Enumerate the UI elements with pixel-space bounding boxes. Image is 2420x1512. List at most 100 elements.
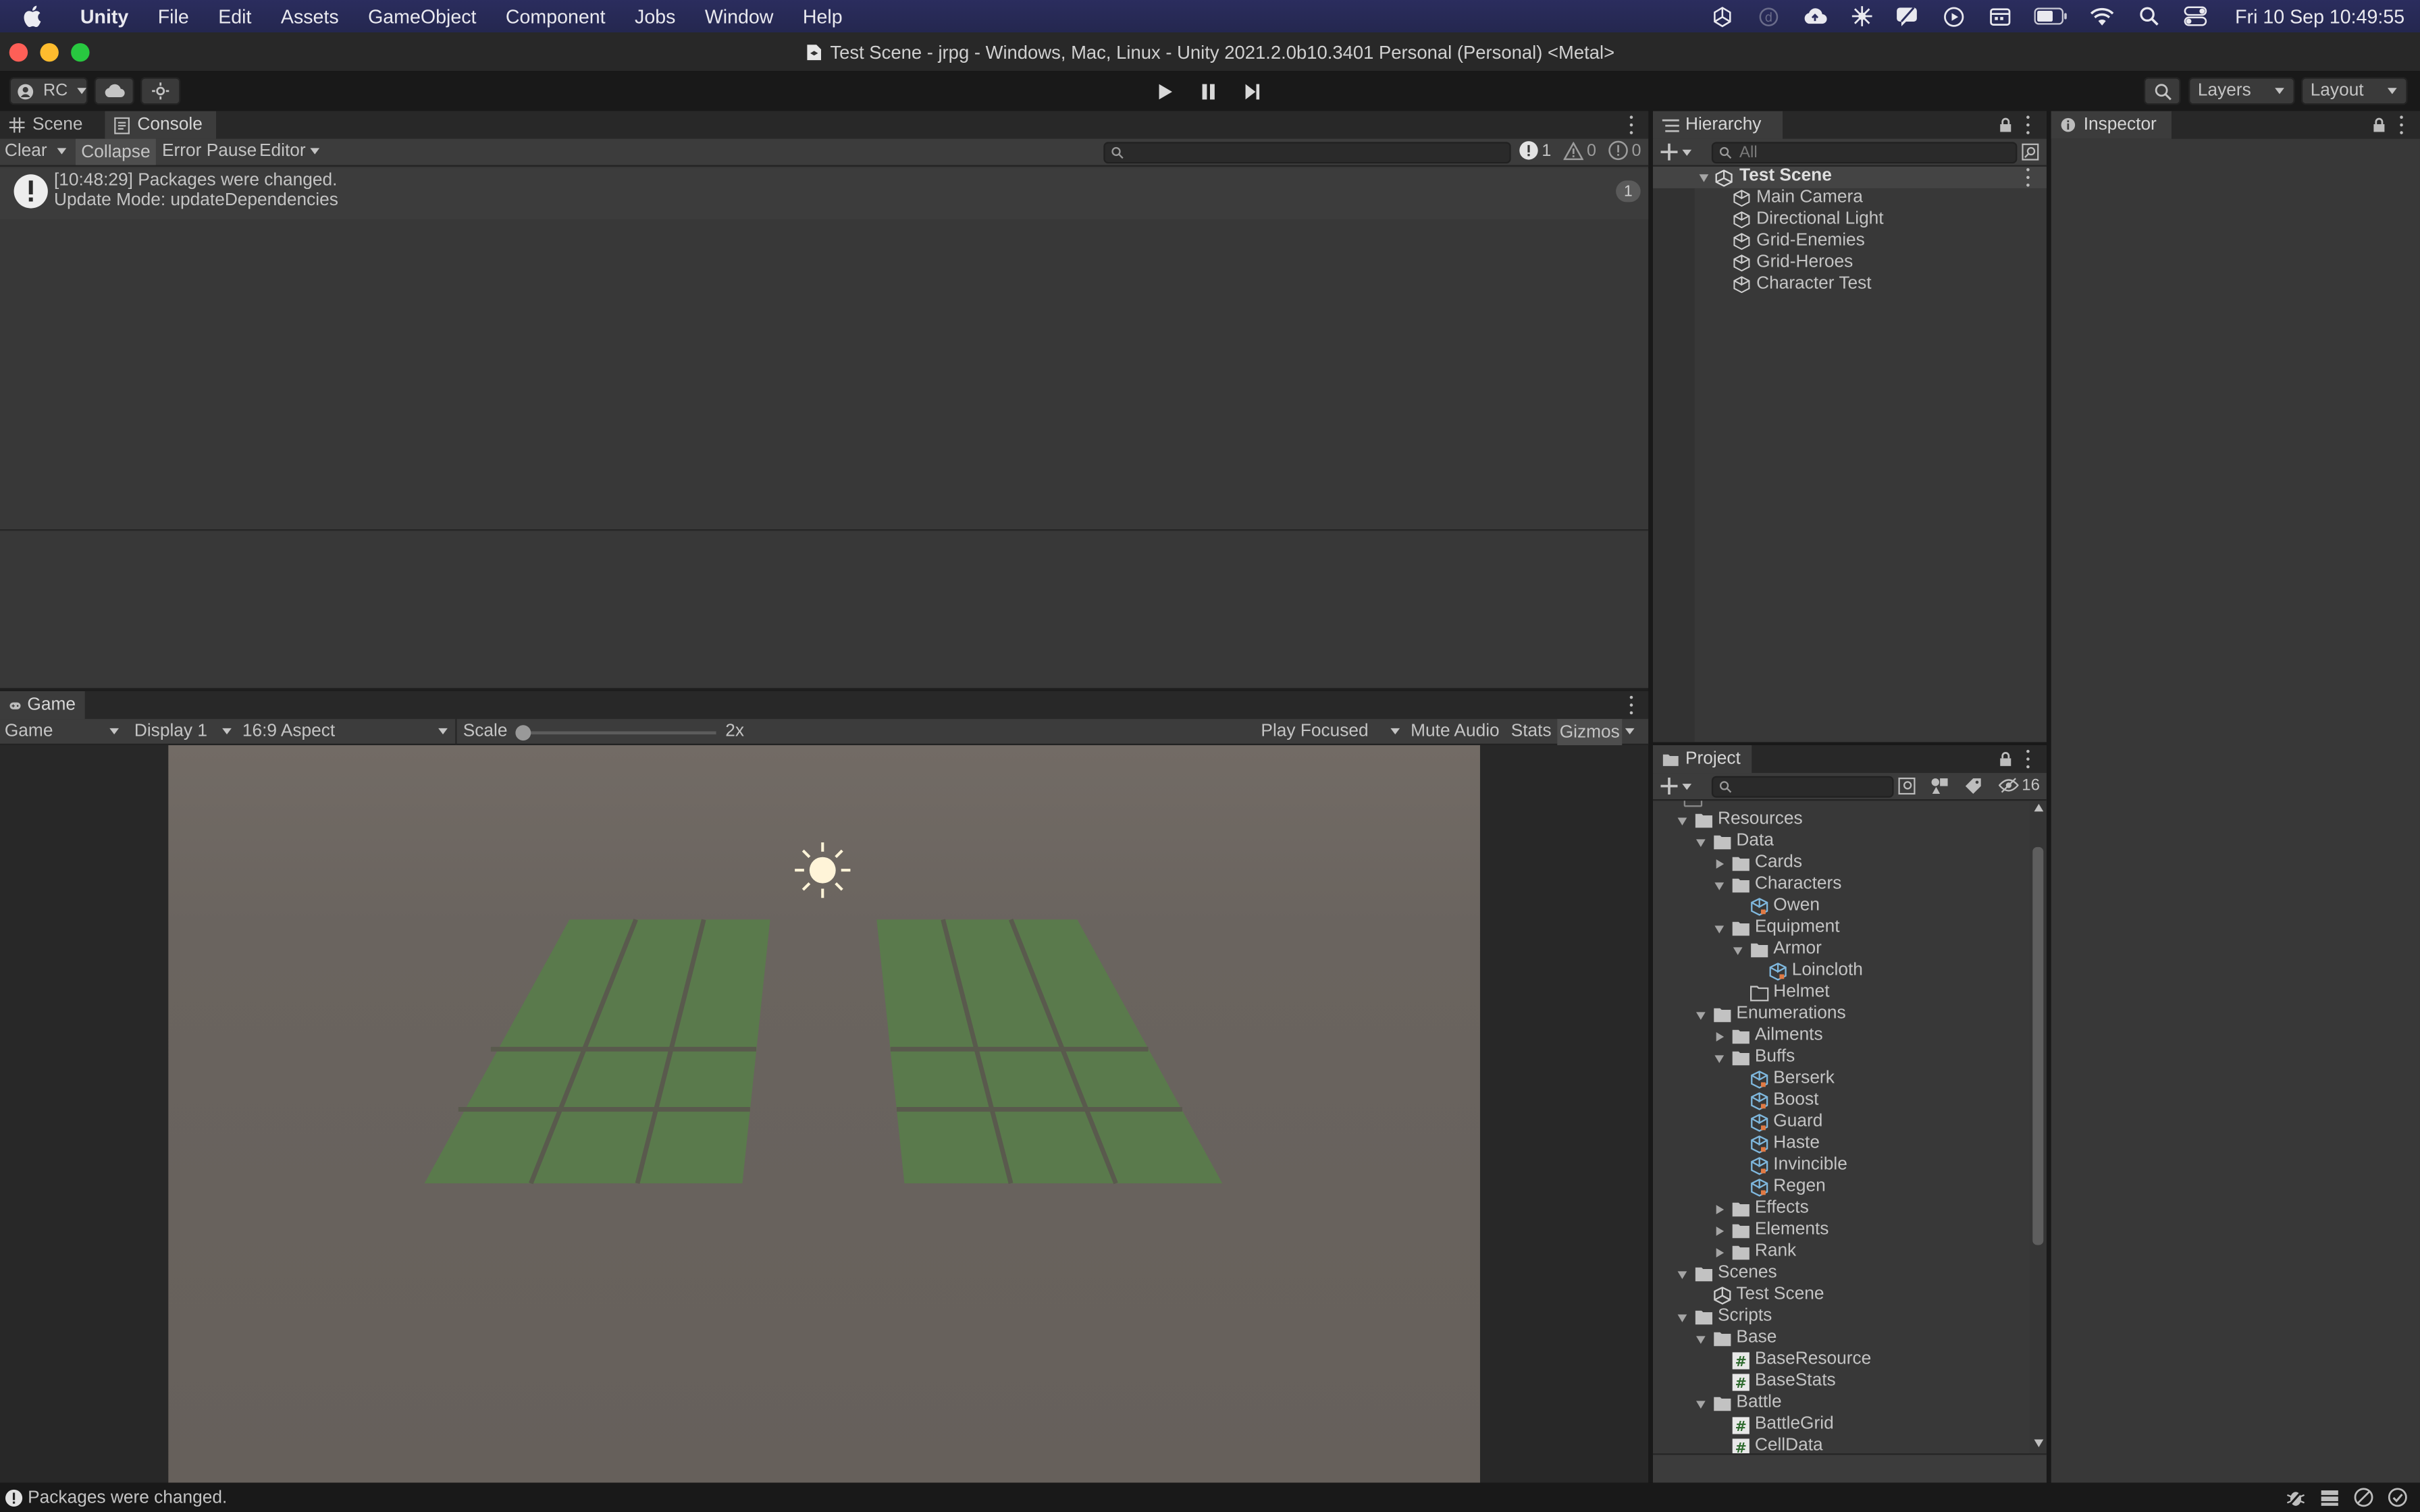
expand-arrow-icon[interactable] — [1677, 1271, 1687, 1279]
console-log-entry[interactable]: [10:48:29] Packages were changed. Update… — [0, 168, 1649, 219]
status-message[interactable]: Packages were changed. — [28, 1488, 227, 1507]
tab-console[interactable]: Console — [105, 111, 216, 139]
collapsed-arrow-icon[interactable] — [1716, 1032, 1725, 1042]
disabled-status-icon[interactable]: d — [1757, 5, 1782, 27]
project-folder-item[interactable]: Scripts — [1653, 1307, 2030, 1328]
tab-hierarchy[interactable]: Hierarchy — [1652, 111, 1783, 139]
search-by-type-icon[interactable] — [1898, 777, 1916, 795]
expand-arrow-icon[interactable] — [1695, 1336, 1706, 1344]
project-asset-item[interactable]: Owen — [1653, 896, 2030, 918]
collapsed-arrow-icon[interactable] — [1716, 1248, 1725, 1258]
hidden-packages-toggle[interactable]: 16 — [1998, 776, 2040, 794]
project-scrollbar-thumb[interactable] — [2032, 846, 2044, 1245]
scroll-down-arrow-icon[interactable] — [2034, 1439, 2044, 1447]
gizmos-dropdown-icon[interactable] — [1625, 728, 1635, 734]
wifi-icon[interactable] — [2090, 5, 2115, 27]
menu-gameobject[interactable]: GameObject — [368, 5, 476, 27]
project-asset-item[interactable]: Haste — [1653, 1134, 2030, 1156]
project-search-input[interactable] — [1711, 776, 1894, 798]
project-folder-item[interactable]: Effects — [1653, 1199, 2030, 1220]
play-circle-status-icon[interactable] — [1942, 5, 1967, 27]
menu-window[interactable]: Window — [705, 5, 774, 27]
create-dropdown[interactable] — [1660, 143, 1692, 161]
clear-dropdown[interactable]: Clear — [5, 142, 68, 161]
project-menu-icon[interactable] — [2025, 749, 2031, 769]
zoom-window-button[interactable] — [71, 43, 90, 62]
project-asset-item[interactable]: # BattleGrid — [1653, 1415, 2030, 1436]
control-center-icon[interactable] — [2182, 5, 2207, 27]
expand-arrow-icon[interactable] — [1714, 882, 1725, 890]
expand-arrow-icon[interactable] — [1677, 817, 1687, 826]
expand-arrow-icon[interactable] — [1714, 925, 1725, 934]
filter-by-type-icon[interactable] — [1930, 778, 1949, 794]
close-window-button[interactable] — [9, 43, 28, 62]
project-folder-item[interactable]: Armor — [1653, 940, 2030, 961]
menu-edit[interactable]: Edit — [218, 5, 251, 27]
create-asset-dropdown[interactable] — [1660, 777, 1692, 795]
notification-status-icon[interactable] — [1895, 5, 1920, 27]
play-button[interactable] — [1149, 79, 1182, 105]
editor-dropdown[interactable]: Editor — [259, 142, 320, 161]
game-view-dropdown[interactable]: Game — [5, 722, 119, 740]
progress-stack-icon[interactable] — [2319, 1487, 2340, 1507]
apple-logo-icon[interactable] — [22, 5, 53, 28]
collapse-toggle[interactable]: Collapse — [75, 138, 156, 165]
layout-dropdown[interactable]: Layout — [2300, 77, 2408, 105]
play-focused-dropdown[interactable]: Play Focused — [1261, 722, 1400, 740]
expand-arrow-icon[interactable] — [1714, 1055, 1725, 1063]
project-folder-item[interactable]: Enumerations — [1653, 1004, 2030, 1026]
project-folder-item[interactable]: Data — [1653, 832, 2030, 853]
hierarchy-item[interactable]: Grid-Heroes — [1653, 253, 2047, 275]
directional-light-gizmo-icon[interactable] — [795, 842, 851, 898]
expand-arrow-icon[interactable] — [1733, 947, 1743, 955]
project-asset-item[interactable]: Test Scene — [1653, 1285, 2030, 1307]
project-folder-item[interactable]: Elements — [1653, 1220, 2030, 1242]
cache-server-icon[interactable] — [2354, 1487, 2374, 1507]
expand-arrow-icon[interactable] — [1695, 1012, 1706, 1020]
project-asset-item[interactable]: Loincloth — [1653, 961, 2030, 983]
search-button[interactable] — [2143, 77, 2181, 105]
menu-app-unity[interactable]: Unity — [80, 5, 128, 27]
project-folder-item[interactable]: Ailments — [1653, 1026, 2030, 1048]
hierarchy-scene-row[interactable]: Test Scene — [1652, 166, 2047, 188]
project-folder-item[interactable]: Rank — [1653, 1242, 2030, 1264]
mute-audio-toggle[interactable]: Mute Audio — [1411, 722, 1500, 740]
error-pause-toggle[interactable]: Error Pause — [162, 142, 257, 160]
tab-game[interactable]: Game — [0, 691, 85, 720]
warning-counter-toggle[interactable]: 0 — [1563, 141, 1596, 160]
hierarchy-item[interactable]: Grid-Enemies — [1653, 232, 2047, 253]
tab-inspector[interactable]: Inspector — [2051, 111, 2172, 139]
menu-help[interactable]: Help — [803, 5, 843, 27]
inspector-menu-icon[interactable] — [2398, 115, 2404, 134]
menu-clock[interactable]: Fri 10 Sep 10:49:55 — [2235, 5, 2404, 27]
label-tag-icon[interactable] — [1965, 778, 1982, 794]
gizmos-toggle[interactable]: Gizmos — [1557, 719, 1623, 745]
menu-file[interactable]: File — [158, 5, 189, 27]
project-folder-item[interactable]: Helmet — [1653, 983, 2030, 1004]
project-asset-item[interactable]: Berserk — [1653, 1069, 2030, 1091]
menu-assets[interactable]: Assets — [281, 5, 339, 27]
expand-arrow-icon[interactable] — [1699, 174, 1709, 182]
project-folder-item[interactable]: Resources — [1653, 810, 2030, 832]
scene-visibility-icon[interactable] — [2022, 143, 2039, 161]
project-scrollbar[interactable] — [2029, 801, 2047, 1454]
expand-arrow-icon[interactable] — [1695, 839, 1706, 847]
expand-arrow-icon[interactable] — [1695, 1401, 1706, 1409]
project-asset-item[interactable]: Guard — [1653, 1112, 2030, 1134]
project-folder-item[interactable]: Scenes — [1653, 1264, 2030, 1285]
account-dropdown[interactable]: RC — [9, 77, 88, 105]
spotlight-search-icon[interactable] — [2136, 5, 2161, 27]
project-folder-item[interactable]: Equipment — [1653, 918, 2030, 940]
calendar-status-icon[interactable] — [1988, 5, 2013, 27]
expand-arrow-icon[interactable] — [1677, 1314, 1687, 1322]
battery-icon[interactable] — [2034, 5, 2068, 27]
console-menu-icon[interactable] — [1628, 115, 1634, 134]
hierarchy-item[interactable]: Character Test — [1653, 275, 2047, 296]
display-dropdown[interactable]: Display 1 — [134, 722, 232, 740]
layers-dropdown[interactable]: Layers — [2188, 77, 2295, 105]
clear-button[interactable]: Clear — [5, 142, 47, 160]
lock-icon[interactable] — [1999, 117, 2013, 133]
project-folder-item[interactable]: Buffs — [1653, 1048, 2030, 1069]
lock-icon[interactable] — [1999, 751, 2013, 767]
info-counter-toggle[interactable]: 1 — [1519, 140, 1551, 161]
